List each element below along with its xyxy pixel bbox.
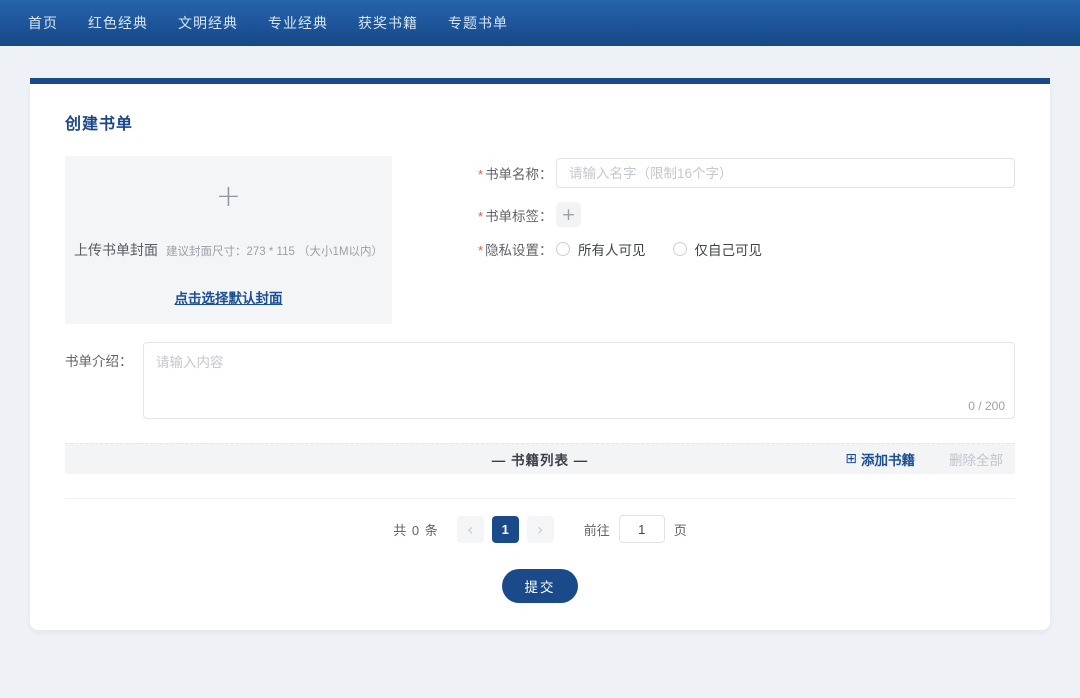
goto-label: 前往	[584, 520, 610, 539]
top-nav: 首页 红色经典 文明经典 专业经典 获奖书籍 专题书单	[0, 0, 1080, 46]
book-list-actions: ⊞ 添加书籍 删除全部	[845, 444, 1003, 474]
upload-label: 上传书单封面	[74, 240, 158, 260]
nav-item-red-classics[interactable]: 红色经典	[88, 13, 148, 33]
submit-button[interactable]: 提交	[502, 569, 578, 603]
intro-textarea[interactable]	[143, 342, 1015, 419]
goto-page-input[interactable]	[619, 515, 665, 543]
radio-everyone-label: 所有人可见	[578, 239, 646, 259]
goto-page-group: 前往 页	[584, 515, 687, 543]
prev-page-button[interactable]: ‹	[457, 516, 484, 543]
delete-all-button[interactable]: 删除全部	[949, 449, 1003, 469]
pagination: 共 0 条 ‹ 1 › 前往 页	[65, 515, 1015, 543]
squared-plus-icon: ⊞	[845, 451, 857, 467]
required-asterisk: *	[478, 209, 483, 224]
intro-label: 书单介绍：	[65, 342, 143, 419]
page-number-button[interactable]: 1	[492, 516, 519, 543]
default-cover-link[interactable]: 点击选择默认封面	[175, 287, 283, 307]
nav-item-civilization-classics[interactable]: 文明经典	[178, 13, 238, 33]
required-asterisk: *	[478, 167, 483, 182]
char-counter: 0 / 200	[968, 399, 1005, 413]
nav-item-topic-booklists[interactable]: 专题书单	[448, 13, 508, 33]
page-title: 创建书单	[65, 84, 1015, 134]
intro-row: 书单介绍： 0 / 200	[65, 342, 1015, 419]
upload-size-hint: 建议封面尺寸：273 * 115 （大小1M以内）	[166, 243, 383, 259]
booklist-tags-row: *书单标签： +	[478, 202, 1015, 227]
upload-caption: 上传书单封面 建议封面尺寸：273 * 115 （大小1M以内）	[74, 240, 383, 260]
radio-circle-icon	[556, 242, 570, 256]
add-book-button[interactable]: ⊞ 添加书籍	[845, 449, 915, 469]
add-book-label: 添加书籍	[861, 449, 915, 469]
chevron-right-icon: ›	[537, 520, 543, 539]
nav-item-professional-classics[interactable]: 专业经典	[268, 13, 328, 33]
form-fields-column: *书单名称： *书单标签： +	[478, 156, 1015, 324]
plus-icon: +	[561, 205, 575, 225]
privacy-row: *隐私设置： 所有人可见 仅自己可见	[478, 239, 1015, 259]
main-card-wrapper: 创建书单 + 上传书单封面 建议封面尺寸：273 * 115 （大小1M以内） …	[30, 78, 1050, 630]
next-page-button[interactable]: ›	[527, 516, 554, 543]
chevron-left-icon: ‹	[467, 520, 473, 539]
divider	[65, 498, 1015, 499]
booklist-name-input[interactable]	[556, 158, 1015, 188]
radio-only-self-visible[interactable]: 仅自己可见	[673, 239, 763, 259]
booklist-name-row: *书单名称：	[478, 158, 1015, 188]
page-suffix-label: 页	[674, 520, 687, 539]
book-list-title: — 书籍列表 —	[492, 449, 589, 469]
nav-item-award-books[interactable]: 获奖书籍	[358, 13, 418, 33]
radio-circle-icon	[673, 242, 687, 256]
cover-and-fields-row: + 上传书单封面 建议封面尺寸：273 * 115 （大小1M以内） 点击选择默…	[65, 156, 1015, 324]
upload-plus-icon: +	[216, 182, 241, 212]
create-booklist-card: 创建书单 + 上传书单封面 建议封面尺寸：273 * 115 （大小1M以内） …	[30, 84, 1050, 630]
radio-everyone-visible[interactable]: 所有人可见	[556, 239, 646, 259]
total-count: 共 0 条	[393, 520, 438, 539]
booklist-tags-label: *书单标签：	[478, 205, 550, 225]
nav-item-home[interactable]: 首页	[28, 13, 58, 33]
submit-row: 提交	[65, 569, 1015, 603]
cover-upload-box[interactable]: + 上传书单封面 建议封面尺寸：273 * 115 （大小1M以内） 点击选择默…	[65, 156, 392, 324]
add-tag-button[interactable]: +	[556, 202, 581, 227]
book-list-bar: — 书籍列表 — ⊞ 添加书籍 删除全部	[65, 443, 1015, 474]
required-asterisk: *	[478, 243, 483, 258]
booklist-name-label: *书单名称：	[478, 163, 550, 183]
radio-only-self-label: 仅自己可见	[695, 239, 763, 259]
privacy-label: *隐私设置：	[478, 239, 550, 259]
